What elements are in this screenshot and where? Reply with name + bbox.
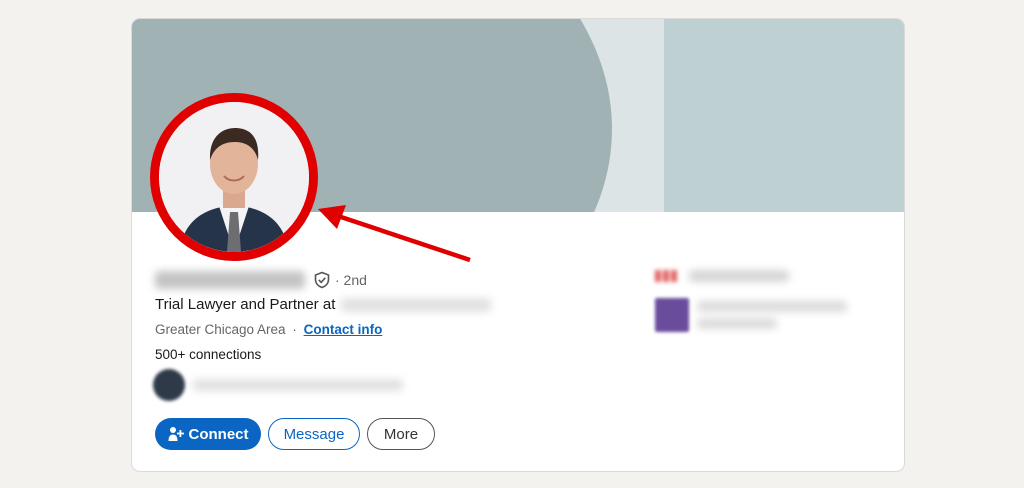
- location-text: Greater Chicago Area: [155, 322, 286, 337]
- education-item[interactable]: [655, 298, 847, 332]
- mutual-connection-avatar: [153, 369, 185, 401]
- experience-education-summary: [655, 270, 847, 332]
- company-logo: [655, 270, 677, 282]
- add-person-icon: [168, 426, 184, 442]
- profile-name-redacted: [155, 271, 305, 289]
- profile-headline: Trial Lawyer and Partner at: [155, 296, 492, 313]
- shield-check-icon[interactable]: [313, 271, 331, 289]
- school-logo: [655, 298, 689, 332]
- connection-degree: · 2nd: [335, 272, 367, 288]
- profile-photo-image: [159, 102, 309, 252]
- company-redacted: [341, 297, 492, 312]
- current-company-item[interactable]: [655, 270, 847, 282]
- more-button[interactable]: More: [367, 418, 435, 450]
- location-row: Greater Chicago Area · Contact info: [155, 322, 382, 337]
- location-separator: ·: [292, 322, 297, 337]
- school-name-redacted: [697, 301, 847, 312]
- mutual-connection-redacted: [193, 379, 403, 391]
- connect-label: Connect: [188, 425, 249, 443]
- company-name-redacted: [689, 270, 789, 282]
- profile-photo[interactable]: [150, 93, 318, 261]
- profile-name-row: · 2nd: [155, 268, 367, 292]
- contact-info-link[interactable]: Contact info: [304, 322, 383, 337]
- message-button[interactable]: Message: [268, 418, 360, 450]
- school-name-redacted-line2: [697, 318, 777, 329]
- connect-button[interactable]: Connect: [155, 418, 261, 450]
- mutual-connection-row[interactable]: [153, 369, 403, 401]
- headline-text: Trial Lawyer and Partner at: [155, 296, 336, 313]
- profile-actions: Connect Message More: [155, 418, 435, 450]
- connections-count[interactable]: 500+ connections: [155, 347, 261, 362]
